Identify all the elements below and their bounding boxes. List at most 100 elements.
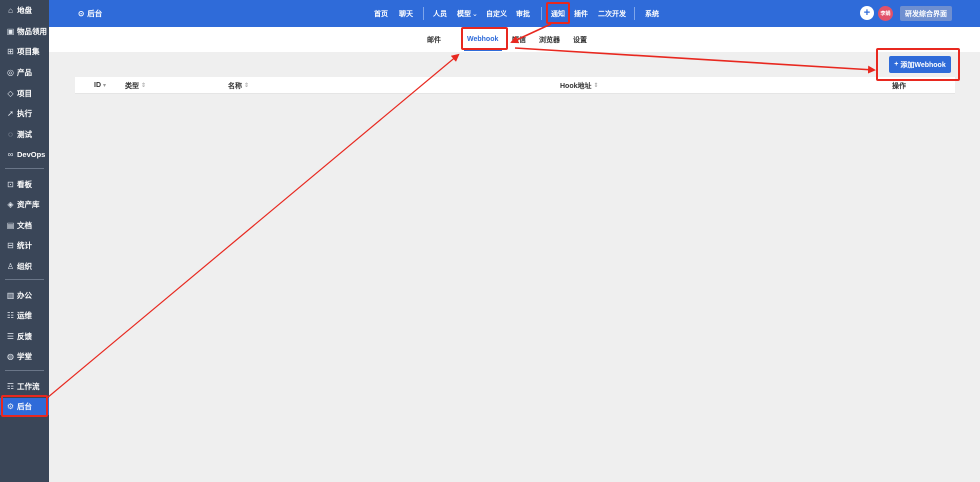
asset-icon: ◈ [7, 200, 14, 209]
sidebar-item-label: 学堂 [17, 352, 32, 361]
nav-separator [541, 7, 542, 20]
nav-people[interactable]: 人员 [433, 0, 447, 27]
avatar[interactable]: 李娟 [878, 6, 893, 21]
sort-icon: ⇕ [593, 83, 599, 89]
sort-desc-icon: ▾ [103, 83, 107, 89]
sidebar-item-label: 物品领用 [17, 27, 47, 36]
column-id[interactable]: ID ▾ [94, 77, 106, 94]
box-icon: ▣ [6, 27, 15, 36]
sidebar-item-feedback[interactable]: ☰ 反馈 [0, 328, 49, 345]
sidebar-item-label: 资产库 [17, 200, 40, 209]
tab-sms[interactable]: 短信 [512, 27, 526, 52]
nav-separator [634, 7, 635, 20]
ops-icon: ☷ [6, 311, 15, 320]
nav-model-label: 模型 [457, 10, 471, 18]
sidebar-item-label: 后台 [17, 402, 32, 411]
grid-icon: ⊞ [7, 47, 14, 56]
sidebar-item-item-requisition[interactable]: ▣ 物品领用 [0, 23, 49, 40]
sidebar-item-execution[interactable]: ➚ 执行 [0, 105, 49, 122]
devops-icon: ∞ [7, 150, 14, 159]
sort-icon: ⇕ [141, 83, 147, 89]
nav-approval[interactable]: 审批 [516, 0, 530, 27]
nav-notification[interactable]: 通知 [551, 0, 565, 27]
nav-system[interactable]: 系统 [645, 0, 659, 27]
sidebar-item-test[interactable]: ◌ 测试 [0, 126, 49, 143]
test-icon: ◌ [8, 130, 13, 139]
sidebar-item-label: 产品 [17, 68, 32, 77]
sidebar-item-label: 地盘 [17, 6, 32, 15]
academy-icon: ◍ [7, 352, 14, 361]
tab-settings[interactable]: 设置 [573, 27, 587, 52]
feedback-icon: ☰ [6, 332, 15, 341]
nav-plugin[interactable]: 插件 [574, 0, 588, 27]
tab-browser[interactable]: 浏览器 [539, 27, 560, 52]
nav-model[interactable]: 模型 ⌄ [457, 0, 478, 27]
nav-custom[interactable]: 自定义 [486, 0, 507, 27]
admin-home-link[interactable]: ⊙ 后台 [78, 0, 102, 27]
column-id-label: ID [94, 82, 101, 89]
column-type-label: 类型 [125, 82, 139, 90]
column-actions: 操作 [892, 82, 906, 90]
stats-icon: ⊟ [7, 241, 14, 250]
annotation-arrows [46, 23, 876, 399]
sidebar-item-label: DevOps [17, 150, 46, 159]
workspace-switch-button[interactable]: 研发综合界面 [900, 6, 952, 21]
sidebar-item-label: 项目 [17, 89, 32, 98]
sidebar-item-label: 反馈 [17, 332, 32, 341]
sidebar: ⌂ 地盘 ▣ 物品领用 ⊞ 项目集 ◎ 产品 ◇ 项目 ➚ 执行 ◌ 测试 ∞ DevOps ⊡… [0, 0, 49, 482]
sidebar-item-program[interactable]: ⊞ 项目集 [0, 43, 49, 60]
nav-home[interactable]: 首页 [374, 0, 388, 27]
sidebar-item-label: 文档 [17, 221, 32, 230]
sidebar-item-label: 执行 [17, 109, 32, 118]
org-icon: ♙ [6, 262, 15, 271]
sidebar-item-document[interactable]: ▤ 文档 [0, 217, 49, 234]
location-icon: ◎ [7, 68, 14, 77]
sidebar-item-project[interactable]: ◇ 项目 [0, 85, 49, 102]
arrow-admin-to-webhook [46, 53, 460, 399]
sidebar-item-admin[interactable]: ⚙ 后台 [0, 398, 49, 415]
chevron-down-icon: ⌄ [472, 10, 478, 18]
active-tab-indicator [464, 49, 502, 51]
sidebar-item-workflow[interactable]: ☶ 工作流 [0, 378, 49, 395]
column-hook-url-label: Hook地址 [560, 82, 592, 90]
column-name-label: 名称 [228, 82, 242, 90]
gear-circle-icon: ⊙ [78, 9, 85, 18]
sidebar-item-product[interactable]: ◎ 产品 [0, 64, 49, 81]
admin-icon: ⚙ [6, 402, 15, 411]
home-icon: ⌂ [8, 6, 13, 15]
sidebar-item-academy[interactable]: ◍ 学堂 [0, 348, 49, 365]
column-name[interactable]: 名称 ⇕ [228, 77, 249, 94]
sidebar-item-label: 办公 [17, 291, 32, 300]
plus-icon: + [894, 61, 899, 68]
document-icon: ▤ [6, 221, 15, 230]
create-plus-icon[interactable]: + [860, 6, 874, 20]
webhook-table-header: ID ▾ 类型 ⇕ 名称 ⇕ Hook地址 ⇕ 操作 [75, 77, 955, 94]
sidebar-item-organization[interactable]: ♙ 组织 [0, 258, 49, 275]
office-icon: ▥ [6, 291, 15, 300]
nav-chat[interactable]: 聊天 [399, 0, 413, 27]
column-hook-url[interactable]: Hook地址 ⇕ [560, 77, 599, 94]
sidebar-item-dashboard[interactable]: ⌂ 地盘 [0, 2, 49, 19]
sidebar-item-label: 统计 [17, 241, 32, 250]
column-type[interactable]: 类型 ⇕ [125, 77, 146, 94]
sidebar-item-asset-library[interactable]: ◈ 资产库 [0, 196, 49, 213]
sidebar-divider [5, 370, 44, 371]
notification-subtabs: 邮件 Webhook 短信 浏览器 设置 [49, 27, 980, 52]
sidebar-item-kanban[interactable]: ⊡ 看板 [0, 176, 49, 193]
tab-email[interactable]: 邮件 [427, 27, 441, 52]
nav-secondary-dev[interactable]: 二次开发 [598, 0, 626, 27]
sidebar-item-ops[interactable]: ☷ 运维 [0, 307, 49, 324]
sidebar-item-label: 看板 [17, 180, 32, 189]
sidebar-item-statistics[interactable]: ⊟ 统计 [0, 237, 49, 254]
workflow-icon: ☶ [6, 382, 15, 391]
add-webhook-label: 添加Webhook [900, 61, 946, 69]
diamond-icon: ◇ [7, 89, 14, 98]
sidebar-item-office[interactable]: ▥ 办公 [0, 287, 49, 304]
sidebar-item-devops[interactable]: ∞ DevOps [0, 146, 49, 163]
rocket-icon: ➚ [7, 109, 14, 118]
nav-separator [423, 7, 424, 20]
sidebar-divider [5, 168, 44, 169]
sidebar-item-label: 组织 [17, 262, 32, 271]
sidebar-item-label: 运维 [17, 311, 32, 320]
add-webhook-button[interactable]: + 添加Webhook [889, 56, 951, 73]
